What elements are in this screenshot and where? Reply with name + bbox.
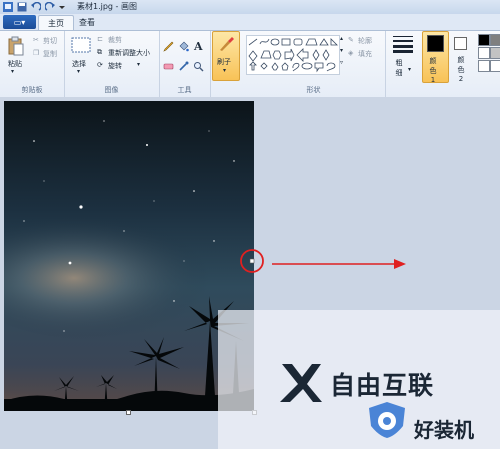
shield-logo-icon <box>369 402 405 438</box>
tab-view[interactable]: 查看 <box>74 15 100 30</box>
watermark-brand-2: 好装机 <box>414 418 474 442</box>
outline-icon: ✎ <box>348 36 354 44</box>
outline-button[interactable]: 轮廓 <box>358 36 372 46</box>
paint-app-icon <box>3 2 13 12</box>
color1-label: 颜色 1 <box>429 57 437 84</box>
paste-dropdown-icon[interactable]: ▾ <box>11 68 14 75</box>
resize-button[interactable]: 重新调整大小 <box>108 48 150 58</box>
shapes-expand-icon[interactable]: ▿ <box>340 59 343 66</box>
quick-access-dropdown-icon[interactable] <box>58 2 66 12</box>
undo-icon[interactable] <box>31 2 41 12</box>
canvas-image[interactable] <box>4 101 254 411</box>
clipboard-group-label: 剪贴板 <box>21 86 43 94</box>
size-button[interactable]: 粗细 ▾ <box>387 31 419 97</box>
color1-swatch <box>427 35 444 52</box>
cut-button[interactable]: 剪切 <box>43 36 57 46</box>
fill-button[interactable]: 填充 <box>358 49 372 59</box>
watermark-brand-1: 自由互联 <box>330 371 435 400</box>
brush-label: 刷子 <box>217 58 231 66</box>
text-tool-icon[interactable]: A <box>194 40 203 53</box>
color2-button[interactable]: 颜色 2 <box>450 31 474 83</box>
crop-icon: ⊏ <box>97 35 103 43</box>
copy-button[interactable]: 复制 <box>43 49 57 59</box>
shapes-scroll-up-icon[interactable]: ▴ <box>340 35 343 42</box>
shapes-scroll-down-icon[interactable]: ▾ <box>340 47 343 54</box>
crop-button[interactable]: 裁剪 <box>108 35 122 45</box>
select-dropdown-icon[interactable]: ▾ <box>77 68 80 75</box>
palette-color-white[interactable] <box>478 47 490 59</box>
select-icon <box>71 37 91 53</box>
size-dropdown-icon[interactable]: ▾ <box>408 66 411 73</box>
brush-icon <box>220 37 234 51</box>
shapes-group: ▴ ▾ ▿ ✎ 轮廓 ◈ 填充 形状 <box>242 31 386 97</box>
color2-label: 颜色 2 <box>457 56 465 83</box>
watermark-overlay: 自由互联 好装机 <box>218 310 500 449</box>
file-menu-button[interactable]: ▭▾ <box>3 15 36 29</box>
eraser-icon[interactable] <box>163 61 174 72</box>
brush-dropdown-icon[interactable]: ▾ <box>223 67 226 74</box>
ribbon-tabs: ▭▾ 主页 查看 <box>0 14 500 31</box>
ribbon: 粘贴 ▾ ✂ 剪切 ❐ 复制 剪贴板 选择 ▾ ⊏ 裁剪 ⧉ 重新调整大小 ⟳ … <box>0 30 500 98</box>
palette-color-light-gray[interactable] <box>490 47 500 59</box>
shapes-group-label: 形状 <box>306 86 321 94</box>
cut-icon: ✂ <box>33 36 39 44</box>
line-width-icon <box>393 36 413 53</box>
clipboard-group: 粘贴 ▾ ✂ 剪切 ❐ 复制 剪贴板 <box>0 31 65 97</box>
fill-icon: ◈ <box>348 49 354 57</box>
shapes-gallery[interactable] <box>246 35 340 75</box>
palette-color-custom-2[interactable] <box>490 60 500 72</box>
color2-swatch <box>454 37 467 50</box>
title-bar: 素材1.jpg - 画图 <box>0 0 500 15</box>
resize-handle-bottom[interactable] <box>126 410 131 415</box>
tools-group-label: 工具 <box>177 86 192 94</box>
redo-icon[interactable] <box>45 2 55 12</box>
rotate-button[interactable]: 旋转 <box>108 61 122 71</box>
paste-icon <box>8 36 24 56</box>
magnifier-icon[interactable] <box>193 61 204 72</box>
color-picker-icon[interactable] <box>178 61 189 72</box>
fill-bucket-icon[interactable] <box>178 41 189 52</box>
palette-color-black[interactable] <box>478 34 490 46</box>
color1-button[interactable]: 颜色 1 <box>422 31 449 84</box>
tools-group: A 工具 <box>159 31 211 97</box>
x-logo-icon <box>280 364 322 402</box>
palette-color-gray[interactable] <box>490 34 500 46</box>
pencil-icon[interactable] <box>163 41 174 52</box>
save-icon[interactable] <box>17 2 27 12</box>
palette-color-custom-1[interactable] <box>478 60 490 72</box>
file-menu-icon: ▭▾ <box>13 17 26 27</box>
resize-icon: ⧉ <box>97 48 102 56</box>
window-title: 素材1.jpg - 画图 <box>77 2 137 11</box>
brush-button[interactable]: 刷子 ▾ <box>212 31 240 81</box>
size-label: 粗细 <box>395 59 403 77</box>
image-group: 选择 ▾ ⊏ 裁剪 ⧉ 重新调整大小 ⟳ 旋转 ▾ 图像 <box>64 31 160 97</box>
resize-handle-highlight <box>240 249 264 273</box>
rotate-icon: ⟳ <box>97 61 103 69</box>
copy-icon: ❐ <box>33 49 40 57</box>
tab-home[interactable]: 主页 <box>38 15 74 31</box>
drag-arrow-annotation <box>272 259 406 269</box>
rotate-dropdown-icon[interactable]: ▾ <box>137 61 140 68</box>
image-group-label: 图像 <box>104 86 119 94</box>
